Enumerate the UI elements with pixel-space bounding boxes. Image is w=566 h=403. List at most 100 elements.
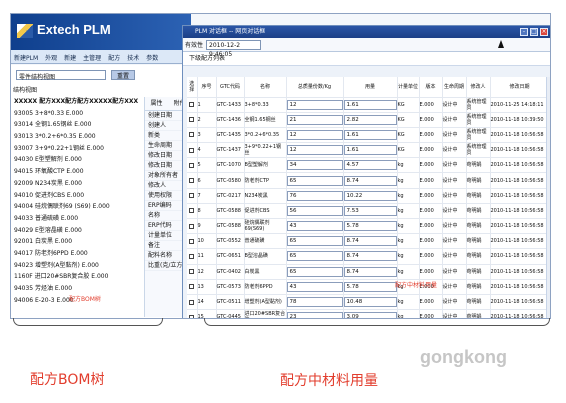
row-checkbox[interactable] <box>189 253 195 259</box>
row-checkbox[interactable] <box>189 269 195 275</box>
mass-input[interactable]: 65 <box>286 251 343 262</box>
table-row[interactable]: 10 GTC-0552 普通硫磺 65 8.74 kg E.000 设计中 苟明娟 2010-11… <box>187 233 549 250</box>
bom-tree-node[interactable]: 94030 E型塑解剂 E.000 <box>11 154 141 166</box>
usage-input[interactable]: 10.48 <box>343 297 397 308</box>
bom-tree-node[interactable]: 94023 增塑剂(A型黏剂) E.000 <box>11 260 141 272</box>
mass-input[interactable]: 65 <box>286 236 343 247</box>
bom-tree-root[interactable]: XXXXX 配方XXX配方配方XXXXX配方XXX <box>11 96 141 108</box>
table-row[interactable]: 5 GTC-1070 B型塑解剂 34 4.57 kg E.000 设计中 苟明娟 2010-11… <box>187 157 549 174</box>
menu-item-recipe[interactable]: 配方 <box>108 53 120 62</box>
table-row[interactable]: 4 GTC-1437 3+9*0.22+1钢丝 12 1.61 KG E.000 设计中 系统管… <box>187 142 549 159</box>
usage-input[interactable]: 5.78 <box>343 281 397 292</box>
usage-input[interactable]: 1.61 <box>343 145 397 156</box>
table-row[interactable]: 3 GTC-1435 3*0.2+6*0.35 12 1.61 KG E.000 设计中 系统管… <box>187 127 549 144</box>
table-row[interactable]: 14 GTC-0511 增塑剂(A型黏剂) 78 10.48 kg E.000 设计中 苟明娟 2… <box>187 294 549 311</box>
menu-item-new[interactable]: 新建 <box>64 53 76 62</box>
bom-tree-node[interactable]: 93007 3+9*0.22+1钢丝 E.000 <box>11 143 141 155</box>
row-checkbox[interactable] <box>189 102 195 108</box>
table-row[interactable]: 7 GTC-0217 N234炭黑 76 10.22 kg E.000 设计中 苟明娟 2010-… <box>187 188 549 204</box>
row-checkbox[interactable] <box>189 193 195 199</box>
bom-tree-node[interactable]: 93005 3+8*0.33 E.000 <box>11 108 141 120</box>
bom-tree-node[interactable]: 94035 芳烃油 E.000 <box>11 283 141 295</box>
maximize-icon[interactable]: □ <box>530 28 538 36</box>
child-recipe-list-link[interactable]: 下级配方列表 <box>183 52 550 66</box>
usage-input[interactable]: 8.74 <box>343 175 397 186</box>
close-icon[interactable]: × <box>540 28 548 36</box>
bom-tree-node[interactable]: 94015 环氧酸CTP E.000 <box>11 166 141 178</box>
date-field[interactable]: 2010-12-2 9:46:05 <box>206 39 262 58</box>
mass-input[interactable]: 12 <box>286 99 343 110</box>
mass-input[interactable]: 34 <box>286 160 343 171</box>
usage-input[interactable]: 2.82 <box>343 114 397 125</box>
view-select[interactable]: 零件结构视图 <box>16 70 106 81</box>
usage-input[interactable]: 8.74 <box>343 251 397 262</box>
table-row[interactable]: 9 GTC-0588 硅烷偶联剂69(S69) 43 5.78 kg E.000 设计中 苟明娟… <box>187 218 549 235</box>
table-row[interactable]: 8 GTC-0588 促进剂CBS 56 7.53 kg E.000 设计中 苟明娟 2010-1… <box>187 203 549 220</box>
usage-input[interactable]: 1.61 <box>343 129 397 140</box>
mass-input[interactable]: 76 <box>286 190 343 201</box>
mass-input[interactable]: 12 <box>286 145 343 156</box>
view-button[interactable]: 重置 <box>111 70 135 80</box>
usage-input[interactable]: 10.22 <box>343 190 397 201</box>
table-cell: B型溶晶磺 <box>244 248 287 265</box>
bom-tree-node[interactable]: 92001 白炭黑 E.000 <box>11 236 141 248</box>
menu-item-management[interactable]: 主管理 <box>83 53 101 62</box>
menu-item-appearance[interactable]: 外观 <box>45 53 57 62</box>
row-checkbox[interactable] <box>189 314 195 318</box>
tab-properties[interactable]: 属性 <box>145 97 168 110</box>
row-checkbox[interactable] <box>189 117 195 123</box>
table-cell: 设计中 <box>442 142 467 159</box>
menu-item-tech[interactable]: 技术 <box>127 53 139 62</box>
bom-tree-node[interactable]: 1160F 进口20#SBR复合胶 E.000 <box>11 271 141 283</box>
usage-input[interactable]: 4.57 <box>343 160 397 171</box>
table-row[interactable]: 11 GTC-0651 B型溶晶磺 65 8.74 kg E.000 设计中 苟明娟 2010-1… <box>187 248 549 265</box>
table-cell: E.000 <box>419 188 443 204</box>
table-header: 计量单位 <box>397 77 420 98</box>
row-checkbox[interactable] <box>189 238 195 244</box>
mass-input[interactable]: 65 <box>286 175 343 186</box>
bom-tree-node[interactable]: 93013 3*0.2+6*0.35 E.000 <box>11 131 141 143</box>
app-menu[interactable]: 新建PLM 外观 新建 主管理 配方 技术 参数 <box>11 50 191 64</box>
table-row[interactable]: 12 GTC-0402 白炭黑 65 8.74 kg E.000 设计中 苟明娟 2010-11-… <box>187 264 549 280</box>
usage-input[interactable]: 8.74 <box>343 266 397 277</box>
row-checkbox[interactable] <box>189 284 195 290</box>
mass-input[interactable]: 56 <box>286 205 343 216</box>
bom-tree-node[interactable]: 94029 E型溶晶磺 E.000 <box>11 225 141 237</box>
bom-tree-node[interactable]: 94017 防老剂6PPD E.000 <box>11 248 141 260</box>
bom-tree-node[interactable]: 94010 促进剂CBS E.000 <box>11 190 141 202</box>
mass-input[interactable]: 43 <box>286 221 343 232</box>
dialog-scrollbar[interactable] <box>546 77 550 318</box>
table-row[interactable]: 1 GTC-1433 3+8*0.33 12 1.61 KG E.000 设计中 系统管理员 20… <box>187 97 549 113</box>
mass-input[interactable]: 12 <box>286 129 343 140</box>
row-checkbox[interactable] <box>189 162 195 168</box>
bom-tree-node[interactable]: 92009 N234炭黑 E.000 <box>11 178 141 190</box>
row-checkbox[interactable] <box>189 223 195 229</box>
bom-tree-node[interactable]: 94033 普通硫磺 E.000 <box>11 213 141 225</box>
menu-item-params[interactable]: 参数 <box>146 53 158 62</box>
mass-input[interactable]: 43 <box>286 281 343 292</box>
minimize-icon[interactable]: - <box>520 28 528 36</box>
usage-input[interactable]: 8.74 <box>343 236 397 247</box>
table-cell: 2010-11-18 10:56:58 <box>490 188 549 204</box>
usage-input[interactable]: 1.61 <box>343 99 397 110</box>
row-checkbox[interactable] <box>189 208 195 214</box>
bom-tree-node[interactable]: 93014 全钢1.65钢丝 E.000 <box>11 119 141 131</box>
mass-input[interactable]: 78 <box>286 297 343 308</box>
table-cell: 设计中 <box>442 112 467 128</box>
mass-input[interactable]: 65 <box>286 266 343 277</box>
table-cell: 苟明娟 <box>466 203 491 220</box>
usage-input[interactable]: 7.53 <box>343 205 397 216</box>
bom-tree-node[interactable]: 94004 硅烷偶联剂69 (S69) E.000 <box>11 201 141 213</box>
row-checkbox[interactable] <box>189 178 195 184</box>
row-checkbox[interactable] <box>189 299 195 305</box>
table-row[interactable]: 2 GTC-1436 全钢1.65钢丝 21 2.82 KG E.000 设计中 系统管理员 20… <box>187 112 549 128</box>
mass-input[interactable]: 21 <box>286 114 343 125</box>
row-checkbox[interactable] <box>189 147 195 153</box>
table-row[interactable]: 13 GTC-0573 防老剂6PPD 43 5.78 kg E.000 设计中 苟明娟 2010… <box>187 279 549 295</box>
row-checkbox[interactable] <box>189 132 195 138</box>
table-cell: 系统管理员 <box>466 142 491 159</box>
table-row[interactable]: 6 GTC-0580 防老剂CTP 65 8.74 kg E.000 设计中 苟明娟 2010-1… <box>187 172 549 189</box>
menu-item-plm[interactable]: 新建PLM <box>14 53 38 62</box>
table-cell: 设计中 <box>442 218 467 235</box>
usage-input[interactable]: 5.78 <box>343 221 397 232</box>
